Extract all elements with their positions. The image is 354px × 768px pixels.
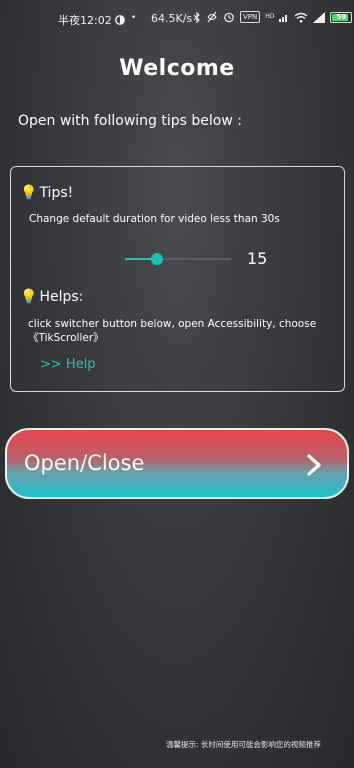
battery-level: 59 — [336, 13, 347, 21]
page-title: Welcome — [119, 56, 235, 81]
help-link[interactable]: >> Help — [40, 357, 96, 372]
open-close-button[interactable]: Open/Close — [5, 428, 349, 499]
vpn-badge: VPN — [240, 11, 261, 23]
signal-strength-icon — [313, 11, 326, 23]
lightbulb-icon: 💡 — [20, 289, 38, 305]
alarm-icon — [224, 12, 234, 23]
helps-heading: Helps: — [39, 289, 84, 305]
status-time-group: 半夜12:02 — [58, 12, 125, 28]
hd-badge: HD — [265, 13, 275, 20]
status-dot: • — [131, 13, 137, 23]
open-close-label: Open/Close — [24, 451, 145, 475]
lightbulb-icon: 💡 — [20, 185, 38, 201]
slider-value: 15 — [247, 249, 268, 268]
chevron-right-icon — [307, 454, 321, 476]
tips-heading-row: 💡 Tips! — [20, 185, 73, 201]
status-time: 半夜12:02 — [58, 14, 112, 27]
signal-icon — [279, 15, 288, 22]
mute-icon — [207, 11, 217, 23]
tips-description: Change default duration for video less t… — [29, 213, 280, 225]
status-icons: VPN HD 59 — [193, 11, 354, 23]
tips-heading: Tips! — [39, 185, 74, 201]
network-speed: 64.5K/s — [151, 12, 193, 25]
wifi-icon — [294, 12, 308, 23]
app-notification-icon — [114, 15, 125, 25]
battery-icon: 59 — [330, 11, 353, 23]
tips-card: 💡 Tips! Change default duration for vide… — [10, 166, 345, 392]
helps-heading-row: 💡 Helps: — [20, 289, 83, 305]
footer-tip: 温馨提示: 长时间使用可能会影响您的视频推荐 — [166, 740, 321, 749]
duration-slider[interactable] — [125, 253, 231, 265]
helps-description: click switcher button below, open Access… — [28, 318, 317, 344]
page-subtitle: Open with following tips below : — [18, 113, 242, 129]
slider-thumb[interactable] — [151, 253, 163, 265]
status-bar: 半夜12:02 • 64.5K/s VPN HD 59 — [0, 0, 354, 36]
bluetooth-icon — [193, 11, 200, 23]
